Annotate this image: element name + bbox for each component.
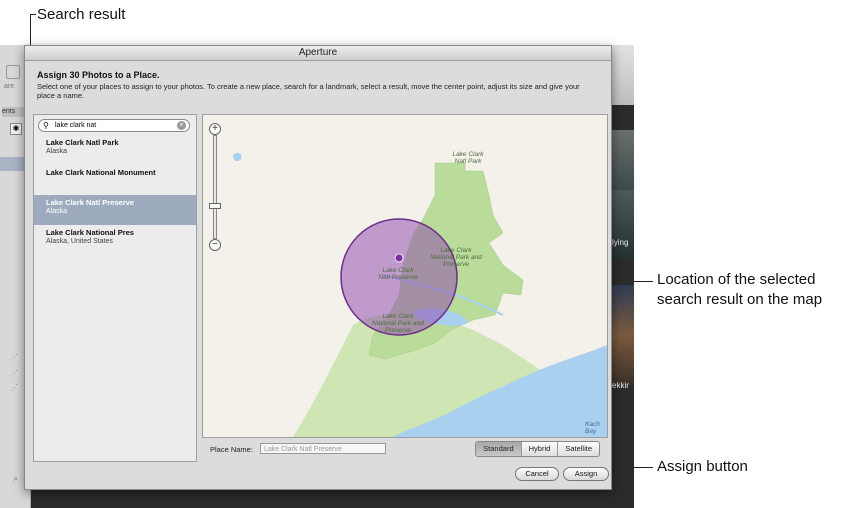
- zoom-slider-thumb[interactable]: [209, 203, 221, 209]
- assign-button-callout: Assign button: [657, 458, 748, 475]
- results-panel: ⚲ lake clark nat × Lake Clark Natl Park …: [33, 114, 197, 462]
- search-result-callout: Search result: [37, 6, 126, 23]
- search-icon[interactable]: ⌕: [13, 473, 18, 484]
- search-input[interactable]: lake clark nat: [55, 120, 96, 131]
- result-title: Lake Clark National Pres: [46, 228, 134, 237]
- gear-icon[interactable]: ✱: [10, 123, 22, 135]
- map-label-bay: Kach Bay: [585, 421, 600, 435]
- signal-icon: ⋰: [10, 383, 18, 392]
- result-title: Lake Clark Natl Preserve: [46, 198, 134, 207]
- zoom-control[interactable]: + −: [209, 123, 221, 253]
- background-photo-text-1: lying: [612, 238, 629, 247]
- map-type-hybrid[interactable]: Hybrid: [522, 442, 559, 456]
- bg-tab-label[interactable]: ents: [2, 107, 26, 117]
- place-name-label: Place Name:: [210, 445, 253, 454]
- zoom-slider-track[interactable]: [213, 135, 217, 239]
- list-item[interactable]: Lake Clark National Pres Alaska, United …: [34, 225, 196, 255]
- magnifier-icon: ⚲: [43, 121, 49, 130]
- location-callout-line-1: Location of the selected: [657, 271, 816, 288]
- map-type-satellite[interactable]: Satellite: [558, 442, 599, 456]
- list-item-selected[interactable]: Lake Clark Natl Preserve Alaska: [34, 195, 196, 225]
- zoom-in-button[interactable]: +: [209, 123, 221, 135]
- map-view[interactable]: Lake Clark Natl Park Lake Clark National…: [202, 114, 608, 438]
- dialog-heading: Assign 30 Photos to a Place.: [37, 70, 160, 80]
- window-title: Aperture: [25, 46, 611, 61]
- search-result-leader-h: [30, 14, 36, 15]
- share-label: are: [4, 83, 15, 90]
- result-subtitle: Alaska: [46, 208, 68, 215]
- dialog-instructions: Select one of your places to assign to y…: [37, 82, 580, 100]
- result-title: Lake Clark National Monument: [46, 168, 156, 177]
- signal-icon: ⋰: [10, 353, 18, 362]
- map-label-natl-preserve: Lake Clark Natl Preserve: [378, 267, 418, 281]
- map-type-standard[interactable]: Standard: [476, 442, 522, 456]
- result-subtitle: Alaska, United States: [46, 238, 113, 245]
- map-label-natl-park: Lake Clark Natl Park: [452, 151, 484, 165]
- result-title: Lake Clark Natl Park: [46, 138, 119, 147]
- signal-icon: ⋰: [10, 369, 18, 378]
- search-field[interactable]: ⚲ lake clark nat ×: [38, 119, 190, 132]
- zoom-out-button[interactable]: −: [209, 239, 221, 251]
- map-label-np-preserve-1: Lake Clark National Park and Preserve: [430, 247, 482, 268]
- location-callout-line-2: search result on the map: [657, 291, 823, 308]
- results-list: Lake Clark Natl Park Alaska Lake Clark N…: [34, 135, 196, 255]
- map-label-np-preserve-2: Lake Clark National Park and Preserve: [372, 313, 424, 334]
- list-item[interactable]: Lake Clark National Monument: [34, 165, 196, 195]
- assign-button[interactable]: Assign: [563, 467, 609, 481]
- cancel-button[interactable]: Cancel: [515, 467, 559, 481]
- list-item[interactable]: Lake Clark Natl Park Alaska: [34, 135, 196, 165]
- result-subtitle: Alaska: [46, 148, 68, 155]
- map-type-control[interactable]: Standard Hybrid Satellite: [475, 441, 600, 457]
- map-bottom-bar: Place Name: Lake Clark Natl Preserve Sta…: [202, 438, 606, 462]
- assign-place-dialog: Aperture Assign 30 Photos to a Place. Se…: [24, 45, 612, 490]
- place-center-pin[interactable]: [394, 253, 404, 263]
- share-icon: [6, 65, 20, 79]
- background-photo-text-2: ekkir: [612, 381, 629, 390]
- place-name-field[interactable]: Lake Clark Natl Preserve: [260, 443, 386, 454]
- clear-search-icon[interactable]: ×: [177, 121, 186, 130]
